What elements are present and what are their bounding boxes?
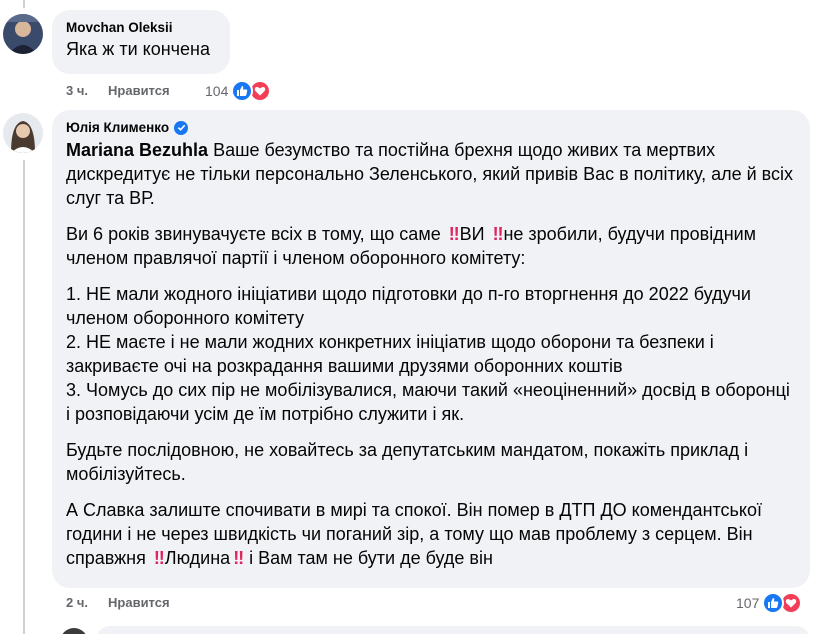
thread-line-top	[23, 0, 25, 8]
author-name[interactable]: Movchan Oleksii	[66, 20, 173, 35]
paragraph-2-text-a: Ви 6 років звинувачуєте всіх в тому, що …	[66, 224, 441, 244]
comment-bubble: Movchan Oleksii Яка ж ти кончена	[52, 10, 230, 74]
paragraph-5: А Славка залиште спочивати в мирі та спо…	[66, 498, 796, 570]
comment-author[interactable]: Movchan Oleksii	[66, 20, 216, 35]
verified-badge-icon	[174, 120, 189, 135]
comment-time[interactable]: 3 ч.	[66, 83, 88, 98]
list-item: 3. Чомусь до сих пір не мобілізувалися, …	[66, 380, 790, 424]
paragraph-1: Mariana Bezuhla Ваше безумство та постій…	[66, 138, 796, 210]
comment-bubble: Юлія Клименко Mariana Bezuhla Ваше безум…	[52, 110, 810, 588]
double-exclamation-icon: ‼	[153, 548, 165, 568]
like-icon	[762, 592, 785, 614]
comment-meta: 3 ч. Нравится	[66, 83, 170, 98]
comment-time[interactable]: 2 ч.	[66, 595, 88, 610]
reactions[interactable]: 107	[736, 592, 803, 614]
author-name[interactable]: Юлія Клименко	[66, 120, 169, 135]
like-icon	[231, 80, 254, 102]
paragraph-5-text-b: Людина	[164, 548, 231, 568]
list-item: 2. НЕ маєте і не мали жодних конкретних …	[66, 332, 714, 376]
paragraph-2-text-b: ВИ	[459, 224, 485, 244]
reaction-count: 107	[736, 595, 760, 611]
double-exclamation-icon: ‼	[492, 224, 504, 244]
reaction-count: 104	[205, 83, 229, 99]
avatar[interactable]	[3, 14, 43, 54]
paragraph-4: Будьте послідовною, не ховайтесь за депу…	[66, 440, 749, 484]
thread-line	[23, 160, 25, 634]
avatar[interactable]	[60, 628, 88, 634]
comment-author[interactable]: Юлія Клименко	[66, 120, 796, 135]
list-item: 1. НЕ мали жодного ініціативи щодо підго…	[66, 284, 751, 328]
like-button[interactable]: Нравится	[108, 595, 170, 610]
reactions[interactable]: 104	[205, 80, 272, 102]
double-exclamation-icon: ‼	[448, 224, 460, 244]
reply-bubble	[96, 626, 810, 634]
paragraph-5-text-c: і Вам там не бути де буде він	[249, 548, 493, 568]
like-button[interactable]: Нравится	[108, 83, 170, 98]
comment-text: Яка ж ти кончена	[66, 39, 210, 59]
double-exclamation-icon: ‼	[233, 548, 244, 568]
paragraph-2: Ви 6 років звинувачуєте всіх в тому, що …	[66, 222, 796, 270]
comment-text: Mariana Bezuhla Ваше безумство та постій…	[66, 138, 796, 570]
avatar[interactable]	[3, 113, 43, 153]
numbered-list: 1. НЕ мали жодного ініціативи щодо підго…	[66, 282, 796, 426]
mention-link[interactable]: Mariana Bezuhla	[66, 140, 208, 160]
comment-meta: 2 ч. Нравится	[66, 595, 170, 610]
